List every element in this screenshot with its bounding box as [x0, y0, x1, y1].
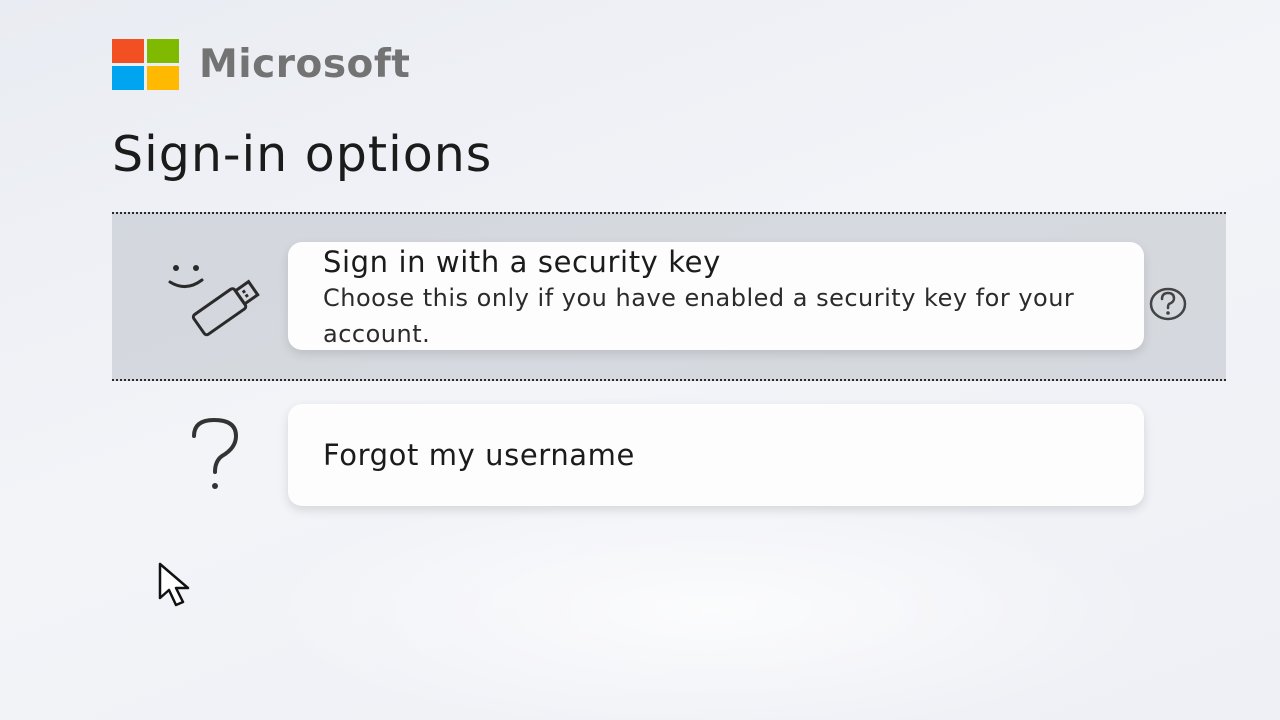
option-card-security-key[interactable]: Sign in with a security key Choose this …	[288, 242, 1144, 350]
logo-square-red	[112, 38, 144, 63]
option-card-forgot-username[interactable]: Forgot my username	[288, 404, 1144, 506]
option-title: Forgot my username	[323, 438, 635, 472]
logo-wordmark: Microsoft	[199, 41, 411, 87]
logo-square-green	[147, 38, 179, 63]
question-mark-icon	[182, 414, 250, 494]
mouse-pointer-icon	[156, 560, 200, 610]
page-title: Sign-in options	[112, 126, 493, 183]
logo-square-blue	[112, 65, 144, 90]
security-key-icon	[164, 254, 268, 338]
microsoft-logo: Microsoft	[112, 38, 410, 90]
option-title: Sign in with a security key	[323, 245, 721, 279]
microsoft-logo-icon	[112, 38, 179, 90]
logo-square-yellow	[147, 65, 179, 90]
help-icon[interactable]	[1148, 286, 1188, 322]
option-forgot-username[interactable]: Forgot my username	[112, 398, 1226, 518]
option-security-key[interactable]: Sign in with a security key Choose this …	[112, 212, 1226, 381]
option-description: Choose this only if you have enabled a s…	[323, 284, 1075, 348]
